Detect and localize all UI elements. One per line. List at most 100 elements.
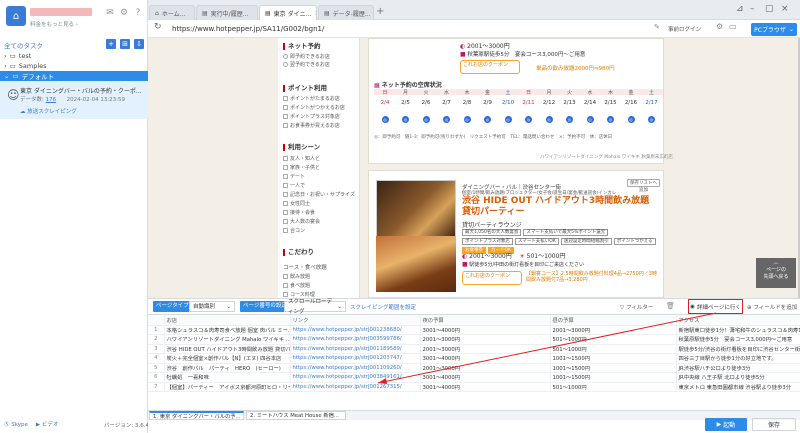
scene-option[interactable]: 女性同士 bbox=[283, 200, 310, 207]
scene-option[interactable]: 家族・子供と bbox=[283, 164, 320, 171]
table-cell[interactable]: 3001～4000円 bbox=[420, 382, 551, 392]
folder-icon[interactable]: ▭ bbox=[729, 22, 737, 31]
coupon-text[interactable]: 単品の飲み放題2000円⇒980円 bbox=[536, 64, 615, 72]
maximize-icon[interactable]: ▢ bbox=[765, 4, 774, 14]
column-header[interactable] bbox=[148, 315, 165, 326]
scene-option[interactable]: デート bbox=[283, 173, 305, 180]
import-button[interactable]: ⇩ bbox=[134, 39, 144, 49]
scene-option[interactable]: 友人・知人と bbox=[283, 155, 320, 162]
shop-title[interactable]: 渋谷 HIDE OUT ハイドアウト3時間飲み放題 貸切パーティー bbox=[462, 196, 658, 218]
table-cell[interactable]: 5 bbox=[148, 363, 165, 373]
scroll-select[interactable]: スクロールローディング ⌄ bbox=[284, 299, 346, 315]
table-cell[interactable]: https://www.hotpepper.jp/strJ001109260/ bbox=[290, 363, 421, 373]
availability-icon[interactable]: ◎ bbox=[627, 116, 635, 123]
table-row[interactable]: 6 牡蠣処 一喜和味 https://www.hotpepper.jp/strJ00… bbox=[148, 372, 800, 383]
point-option[interactable]: ポイントがつかえるお店 bbox=[283, 104, 345, 111]
scene-option[interactable]: 一人で bbox=[283, 182, 305, 189]
column-header[interactable]: 昼の予算 bbox=[550, 315, 677, 326]
tree-folder-samples[interactable]: › ▭ Samples bbox=[4, 62, 47, 70]
course-option[interactable]: 食べ放題 bbox=[283, 282, 310, 289]
new-tab-button[interactable]: + bbox=[376, 6, 384, 17]
tree-folder-default[interactable]: ⌄ ▭ デフォルト bbox=[0, 71, 148, 81]
table-cell[interactable]: 秋葉原駅徒歩5分 宴会コース3,000円～ご用意 bbox=[676, 334, 800, 345]
url-input[interactable]: https://www.hotpepper.jp/SA11/G002/bgn1/ bbox=[170, 24, 660, 35]
scene-option[interactable]: 合コン bbox=[283, 227, 305, 234]
pin-icon[interactable]: ⊿ bbox=[736, 4, 744, 14]
table-cell[interactable]: 501～1000円 bbox=[550, 334, 677, 345]
scene-option[interactable]: 大人数の宴会 bbox=[283, 218, 320, 225]
close-window-icon[interactable]: × bbox=[781, 4, 789, 14]
shop-photo[interactable] bbox=[376, 236, 456, 292]
course-option[interactable]: 飲み放題 bbox=[283, 273, 310, 280]
save-button[interactable]: 保存 bbox=[752, 418, 796, 431]
table-row[interactable]: 2 ハワイアンリゾートダイニング Mahalo ワイキキ ... https://w… bbox=[148, 334, 800, 345]
column-header[interactable]: 夜の予算 bbox=[420, 315, 551, 326]
plan-link[interactable]: 料金をもっと見る › bbox=[30, 20, 78, 28]
table-cell[interactable]: 2001～3000円 bbox=[420, 344, 551, 354]
pre-login-button[interactable]: 事前ログイン bbox=[668, 25, 701, 33]
availability-icon[interactable]: ◎ bbox=[545, 116, 553, 123]
column-header[interactable]: お店 bbox=[164, 315, 291, 326]
table-cell[interactable]: https://www.hotpepper.jp/strJ003849161/ bbox=[290, 372, 421, 383]
detail-page-button[interactable]: ◉ 詳細ページに行く bbox=[688, 299, 743, 314]
table-cell[interactable]: 501～1000円 bbox=[550, 344, 677, 354]
table-cell[interactable]: 3001～4000円 bbox=[420, 372, 551, 383]
table-cell[interactable]: 東京メトロ 東急田園都市線 渋谷駅より徒歩3分 bbox=[676, 382, 800, 392]
reload-icon[interactable]: ↻ bbox=[154, 22, 162, 32]
point-option[interactable]: ポイントプラス対象店 bbox=[283, 113, 340, 120]
table-row[interactable]: 7 【個室】パーティー アイボス京都河原町ヒロ・リー... https://www.… bbox=[148, 382, 800, 392]
scrape-link[interactable]: ☁ 放送スクレイピング bbox=[20, 107, 77, 115]
scrape-range-link[interactable]: スクレイピング範囲を設定 bbox=[350, 303, 416, 311]
availability-icon[interactable]: ◎ bbox=[402, 116, 409, 123]
table-row[interactable]: 4 炭火＋完全個室×創作バル【N】(エヌ) 四谷本店 https://www.hot… bbox=[148, 353, 800, 364]
scene-option[interactable]: 接待・会食 bbox=[283, 209, 315, 216]
table-cell[interactable]: https://www.hotpepper.jp/strJ003599786/ bbox=[290, 334, 421, 345]
table-cell[interactable]: 501～1000円 bbox=[550, 382, 677, 392]
video-link[interactable]: ▶ ビデオ bbox=[36, 420, 59, 428]
filter-button[interactable]: ▽ フィルター bbox=[620, 303, 653, 311]
table-cell[interactable]: 3001～4000円 bbox=[420, 353, 551, 364]
table-cell[interactable]: 渋谷 創作バル パーティ HERO (ヒーロー) bbox=[164, 363, 291, 373]
help-icon[interactable]: ? bbox=[132, 7, 144, 19]
table-cell[interactable]: 1001～1500円 bbox=[550, 372, 677, 383]
card-footer[interactable]: ハワイアンリゾートダイニング Mahalo ワイキキ 秋葉原末広町店 bbox=[540, 154, 673, 160]
start-button[interactable]: ▶ 起動 bbox=[705, 418, 747, 431]
availability-icon[interactable]: ◎ bbox=[422, 116, 430, 123]
availability-icon[interactable]: ◎ bbox=[463, 116, 471, 123]
table-cell[interactable]: 3001～4000円 bbox=[420, 325, 551, 335]
add-field-button[interactable]: ⊕ フィールドを追加 bbox=[747, 303, 797, 311]
scene-option[interactable]: 記念日・お祝い・サプライズ bbox=[283, 191, 355, 198]
edit-icon[interactable]: ✎ bbox=[654, 23, 660, 31]
availability-icon[interactable]: ◎ bbox=[484, 116, 491, 123]
back-to-top-button[interactable]: ︿ ページの 先頭へ戻る bbox=[756, 258, 796, 288]
table-cell[interactable]: 渋谷 HIDE OUT ハイドアウト3時間飲み放題 貸切パ... bbox=[164, 344, 291, 354]
table-cell[interactable]: 6 bbox=[148, 372, 165, 383]
table-cell[interactable]: 2 bbox=[148, 334, 165, 345]
table-cell[interactable]: 新宿駅東口徒歩1分！薄宅和牛のシュラスコ＆肉寿司ツ... bbox=[676, 325, 800, 335]
tab-data-history[interactable]: ▤ データ-履歴... bbox=[318, 5, 374, 20]
availability-icon[interactable]: ◎ bbox=[607, 116, 614, 123]
table-cell[interactable]: 炭火＋完全個室×創作バル【N】(エヌ) 四谷本店 bbox=[164, 353, 291, 364]
table-cell[interactable]: 四谷三丁目駅から徒歩1分の好立地です。 bbox=[676, 353, 800, 364]
minimize-icon[interactable]: – bbox=[750, 4, 755, 14]
delete-icon[interactable]: 🗑 bbox=[666, 302, 675, 310]
table-cell[interactable]: 牡蠣処 一喜和味 bbox=[164, 372, 291, 383]
point-option[interactable]: ポイントがたまるお店 bbox=[283, 95, 340, 102]
table-cell[interactable]: https://www.hotpepper.jp/strJ001189589/ bbox=[290, 344, 421, 354]
result-tab[interactable]: 1. 東京 ダイニングバー・バルの予... bbox=[149, 411, 244, 420]
result-tab[interactable]: 2. ミートハウス Meat House 新宿... bbox=[246, 411, 346, 420]
net-option[interactable]: 翌予約できるお店 bbox=[283, 61, 330, 68]
table-cell[interactable]: 2001～3000円 bbox=[420, 334, 551, 345]
new-folder-button[interactable]: + bbox=[106, 39, 116, 49]
close-icon[interactable]: × bbox=[314, 10, 316, 17]
tree-folder-test[interactable]: › ▭ test bbox=[4, 52, 31, 60]
availability-icon[interactable]: ◎ bbox=[381, 116, 389, 123]
availability-icon[interactable]: ◎ bbox=[504, 116, 512, 123]
pc-browser-button[interactable]: PCブラウザ ⌄ bbox=[751, 23, 797, 36]
availability-icon[interactable]: ◎ bbox=[648, 116, 655, 123]
new-task-button[interactable]: ⊞ bbox=[120, 39, 130, 49]
settings-icon[interactable]: ⚙ bbox=[118, 7, 130, 19]
bookmark-button[interactable]: 保存リストへ追加 bbox=[627, 179, 660, 193]
mail-icon[interactable]: ✉ bbox=[104, 7, 116, 19]
page-type-select[interactable]: 自動識別 ⌄ bbox=[189, 301, 235, 312]
